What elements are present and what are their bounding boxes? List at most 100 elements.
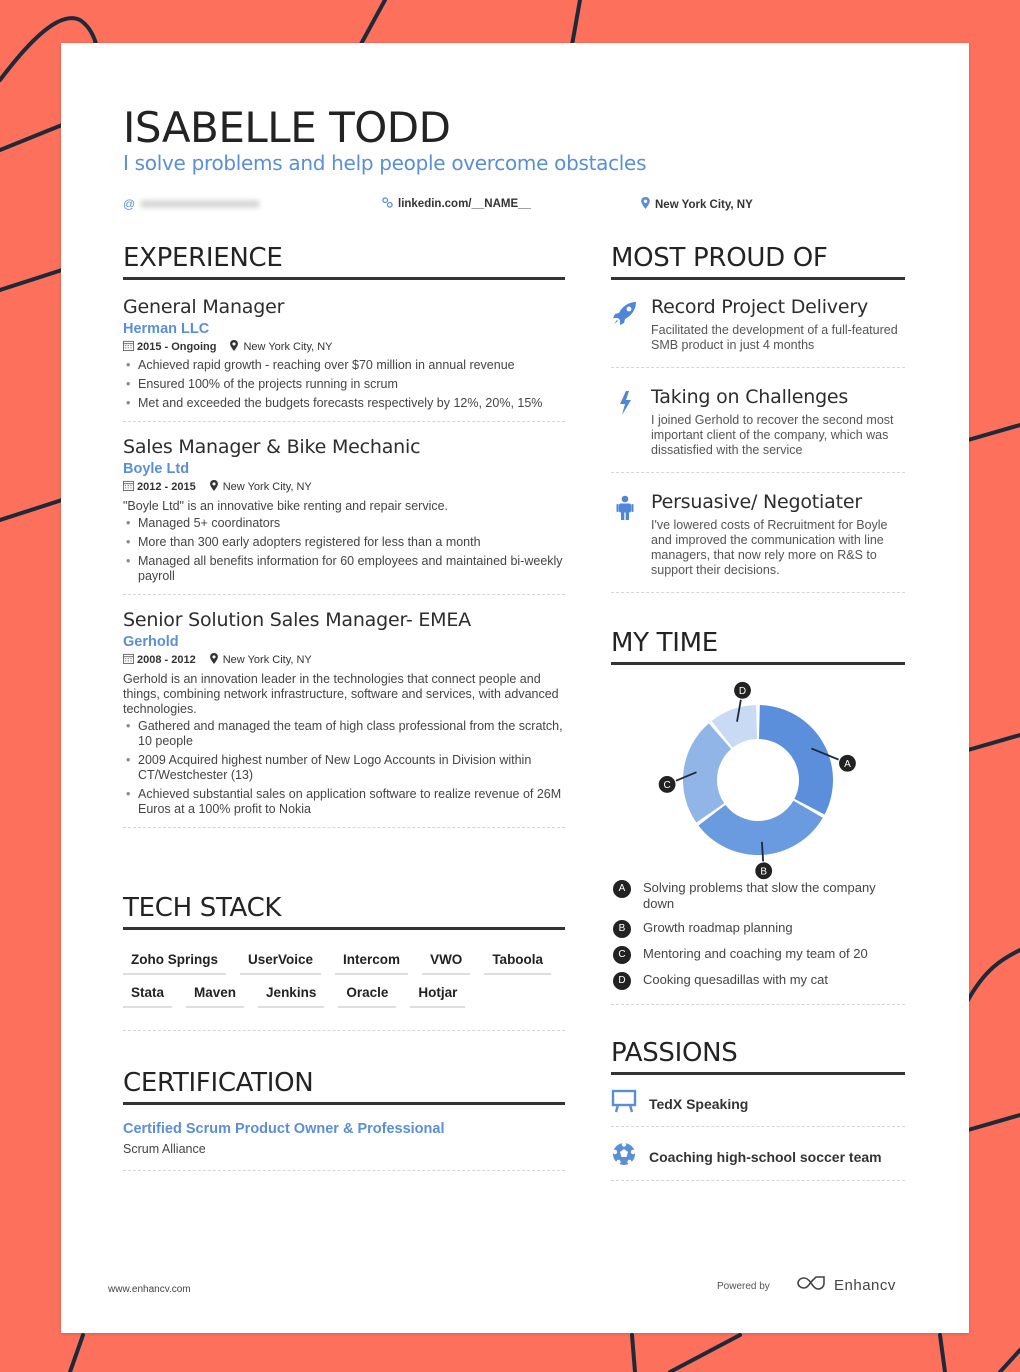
my-time-section: MY TIME ABCD A Solving problems that slo… [611,628,905,1005]
job-bullet: Achieved rapid growth - reaching over $7… [123,358,565,373]
tech-tag: Jenkins [258,985,325,1008]
tech-tags: Zoho Springs UserVoice Intercom VWO Taboola S… [123,952,565,1008]
map-pin-icon [230,340,239,354]
bg-curve [938,1333,947,1372]
divider [123,421,565,422]
at-icon: @ [123,197,136,211]
location-contact: New York City, NY [641,197,753,212]
proud-description: I joined Gerhold to recover the second m… [651,413,894,457]
tech-tag: Oracle [338,985,397,1008]
legend-item: A Solving problems that slow the company… [611,880,905,912]
legend-label: Cooking quesadillas with my cat [643,972,828,987]
presentation-board-icon [611,1089,637,1118]
company-name[interactable]: Herman LLC [123,321,565,337]
company-name[interactable]: Boyle Ltd [123,461,565,477]
job-location: New York City, NY [209,653,312,667]
job-bullets: Gathered and managed the team of high cl… [123,719,565,817]
bg-curve [68,1333,85,1372]
legend-badge: D [613,972,631,990]
tech-tag: Zoho Springs [123,952,226,975]
job-meta: 2008 - 2012 New York City, NY [123,653,565,667]
resume-page: ISABELLE TODD I solve problems and help … [61,43,969,1333]
callout-label: A [844,759,851,770]
legend-badge: A [613,880,631,898]
infinity-logo-icon [796,1275,826,1295]
section-title: PASSIONS [611,1038,738,1068]
job-bullet: Achieved substantial sales on applicatio… [123,787,565,817]
job-bullet: Managed 5+ coordinators [123,516,565,531]
powered-by-label: Powered by [717,1281,770,1292]
tech-tag: Intercom [335,952,409,975]
link-icon [382,197,393,211]
section-title: EXPERIENCE [123,243,283,273]
tech-tag: Taboola [484,952,552,975]
divider [611,472,905,473]
callout-label: D [739,686,746,697]
proud-entry: Persuasive/ Negotiater I've lowered cost… [611,491,905,593]
job-bullet: More than 300 early adopters registered … [123,535,565,550]
legend-label: Solving problems that slow the company d… [643,880,876,911]
linkedin-contact[interactable]: linkedin.com/__NAME__ [382,197,531,211]
job-bullet: 2009 Acquired highest number of New Logo… [123,753,565,783]
legend-badge: C [613,946,631,964]
bg-curve [0,268,64,292]
bg-curve [966,948,1020,1002]
job-location-text: New York City, NY [243,341,333,353]
lightning-icon [611,386,639,458]
footer-url[interactable]: www.enhancv.com [108,1284,191,1295]
section-rule [123,1102,565,1105]
job-title: General Manager [123,296,285,318]
time-donut-chart: A B C D [657,680,858,880]
divider [611,1126,905,1127]
legend-item: C Mentoring and coaching my team of 20 [611,946,905,964]
map-pin-icon [209,653,218,667]
job-entry: Sales Manager & Bike Mechanic Boyle Ltd … [123,436,565,595]
experience-section: EXPERIENCE General Manager Herman LLC 20… [123,243,565,828]
legend-label: Growth roadmap planning [643,920,793,935]
map-pin-icon [209,480,218,494]
divider [611,1004,905,1005]
section-title: CERTIFICATION [123,1068,314,1098]
email-redacted [140,200,261,208]
chart-legend: A Solving problems that slow the company… [611,880,905,990]
tech-tag: Hotjar [410,985,466,1008]
tech-tag: Maven [186,985,245,1008]
divider [611,1180,905,1181]
proud-title: Taking on Challenges [651,386,849,408]
bg-curve [668,1333,742,1372]
proud-entry: Taking on Challenges I joined Gerhold to… [611,386,905,473]
section-rule [611,277,905,280]
proud-title: Record Project Delivery [651,296,868,318]
section-title: MOST PROUD OF [611,243,828,273]
legend-badge: B [613,920,631,938]
map-pin-icon [641,197,650,212]
candidate-tagline: I solve problems and help people overcom… [123,151,647,175]
job-location: New York City, NY [209,480,312,494]
legend-label: Mentoring and coaching my team of 20 [643,946,868,961]
section-title: TECH STACK [123,893,282,923]
brand-name: Enhancv [834,1276,896,1294]
callout-label: B [760,866,767,877]
job-title: Senior Solution Sales Manager- EMEA [123,609,471,631]
proud-description: Facilitated the development of a full-fe… [651,323,898,352]
company-description: Gerhold is an innovation leader in the t… [123,672,559,716]
proud-description: I've lowered costs of Recruitment for Bo… [651,518,888,577]
section-title: MY TIME [611,628,718,658]
job-entry: General Manager Herman LLC 2015 - Ongoin… [123,296,565,422]
certification-name: Certified Scrum Product Owner & Professi… [123,1121,445,1137]
passion-item: Coaching high-school soccer team [611,1141,905,1172]
company-name[interactable]: Gerhold [123,634,565,650]
email-contact[interactable]: @ [123,197,261,211]
divider [123,594,565,595]
legend-item: B Growth roadmap planning [611,920,905,938]
linkedin-text: linkedin.com/__NAME__ [398,198,531,210]
company-description: "Boyle Ltd" is an innovative bike rentin… [123,499,449,513]
bg-curve [966,423,1020,442]
job-location: New York City, NY [230,340,333,354]
proud-entry: Record Project Delivery Facilitated the … [611,296,905,368]
rocket-icon [611,296,639,353]
enhancv-logo[interactable]: Enhancv [796,1275,896,1295]
donut-slice-b [698,800,823,855]
legend-item: D Cooking quesadillas with my cat [611,972,905,990]
job-dates: 2008 - 2012 [137,654,196,666]
